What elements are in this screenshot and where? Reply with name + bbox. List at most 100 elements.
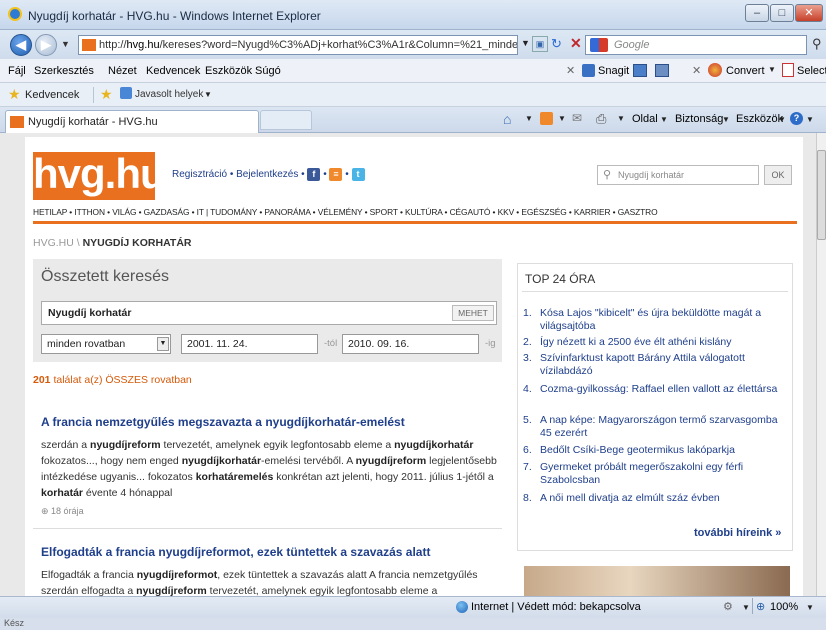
home-icon[interactable]: ⌂: [503, 111, 511, 127]
date-from-input[interactable]: 2001. 11. 24.: [181, 334, 318, 354]
menu-view[interactable]: Nézet: [108, 65, 137, 77]
search-submit-button[interactable]: MEHET: [452, 305, 494, 321]
login-link[interactable]: Bejelentkezés: [236, 169, 298, 180]
advanced-search-title: Összetett keresés: [41, 268, 170, 285]
page-menu[interactable]: Oldal: [632, 113, 658, 125]
tab-active[interactable]: Nyugdíj korhatár - HVG.hu: [5, 110, 259, 133]
menu-file[interactable]: Fájl: [8, 65, 26, 77]
rss-dropdown-icon[interactable]: ▼: [558, 114, 566, 123]
minimize-button[interactable]: –: [745, 4, 769, 22]
suggested-sites-icon: [120, 87, 132, 99]
tools-menu[interactable]: Eszközök: [736, 113, 783, 125]
menu-tools[interactable]: Eszközök: [205, 65, 252, 77]
forward-icon[interactable]: ▶: [35, 34, 57, 56]
snagit-icon: [582, 64, 595, 77]
breadcrumb-root[interactable]: HVG.HU \: [33, 237, 83, 249]
site-search-input[interactable]: ⚲ Nyugdíj korhatár: [597, 165, 759, 185]
help-dropdown-icon[interactable]: ▼: [806, 115, 814, 124]
top24-item[interactable]: Szívinfarktust kapott Bárány Attila válo…: [540, 352, 786, 378]
top24-rank: 6.: [523, 444, 532, 456]
register-link[interactable]: Regisztráció: [172, 169, 227, 180]
facebook-icon[interactable]: f: [307, 168, 321, 181]
globe-icon: [456, 601, 468, 613]
site-search-button[interactable]: OK: [764, 165, 792, 185]
new-tab-button[interactable]: [260, 110, 312, 130]
maximize-button[interactable]: □: [770, 4, 794, 22]
article-time-text: 18 órája: [51, 506, 84, 516]
refresh-icon[interactable]: ↻: [551, 36, 562, 52]
select-button[interactable]: Select: [797, 65, 826, 77]
page-dropdown-icon[interactable]: ▼: [660, 115, 668, 124]
status-bar: [0, 596, 826, 618]
top24-item[interactable]: A nap képe: Magyarországon termő szarvas…: [540, 414, 786, 440]
keyword-input[interactable]: Nyugdíj korhatár: [41, 301, 497, 325]
convert-button[interactable]: Convert: [726, 65, 765, 77]
search-icon[interactable]: ⚲: [812, 36, 822, 52]
back-icon[interactable]: ◀: [10, 34, 32, 56]
search-highlight: korhatár: [41, 487, 84, 499]
print-icon[interactable]: ⎙: [596, 111, 606, 127]
article-snippet: szerdán a nyugdíjreform tervezetét, amel…: [41, 437, 501, 501]
top24-title: TOP 24 ÓRA: [525, 272, 596, 286]
result-count-number: 201: [33, 374, 51, 386]
snippet-text: konkrétan azt jelenti, hogy 2011. július…: [273, 471, 494, 483]
main-navigation[interactable]: HETILAP • ITTHON • VILÁG • GAZDASÁG • IT…: [33, 207, 658, 217]
url-host: hvg.hu: [126, 39, 160, 51]
top24-item[interactable]: Bedőlt Csíki-Bege geotermikus lakóparkja: [540, 444, 786, 457]
zone-dropdown-icon[interactable]: ▼: [742, 603, 750, 612]
safety-menu[interactable]: Biztonság: [675, 113, 723, 125]
tools-dropdown-icon[interactable]: ▼: [778, 115, 786, 124]
snagit-capture-icon[interactable]: [633, 64, 647, 77]
top24-item[interactable]: Cozma-gyilkosság: Raffael ellen vallott …: [540, 383, 786, 396]
top24-item[interactable]: Kósa Lajos "kibicelt" és újra beküldötte…: [540, 307, 786, 333]
menu-favorites[interactable]: Kedvencek: [146, 65, 200, 77]
web-search-input[interactable]: Google: [585, 35, 807, 55]
suggested-dropdown-icon[interactable]: ▼: [204, 90, 212, 99]
snippet-text: fokozatos..., hogy nem enged: [41, 455, 182, 467]
compat-view-icon[interactable]: ▣: [532, 36, 548, 52]
protected-mode-icon[interactable]: ⚙: [723, 600, 733, 613]
help-icon[interactable]: ?: [790, 112, 803, 125]
print-dropdown-icon[interactable]: ▼: [617, 114, 625, 123]
zoom-dropdown-icon[interactable]: ▼: [806, 603, 814, 612]
chevron-down-icon[interactable]: ▼: [157, 337, 169, 351]
tab-favicon-icon: [10, 116, 24, 128]
scrollbar-thumb[interactable]: [817, 150, 826, 240]
top24-item[interactable]: Gyermeket próbált megerőszakolni egy fér…: [540, 461, 786, 487]
suggested-sites-link[interactable]: Javasolt helyek: [135, 89, 203, 100]
menu-help[interactable]: Súgó: [255, 65, 281, 77]
stop-icon[interactable]: ✕: [570, 35, 582, 52]
more-news-link[interactable]: további híreink »: [694, 527, 781, 539]
search-icon: ⚲: [603, 169, 612, 181]
article-snippet: Elfogadták a francia nyugdíjreformot, ez…: [41, 567, 501, 596]
date-to-suffix: -ig: [485, 338, 496, 349]
rss-icon[interactable]: ≡: [329, 168, 343, 181]
rss-feed-icon[interactable]: [540, 112, 553, 125]
article-title[interactable]: A francia nemzetgyűlés megszavazta a nyu…: [41, 415, 405, 429]
zoom-level[interactable]: 100%: [770, 601, 798, 613]
top24-item[interactable]: A női mell divatja az elmúlt száz évben: [540, 492, 786, 505]
menu-edit[interactable]: Szerkesztés: [34, 65, 94, 77]
date-to-input[interactable]: 2010. 09. 16.: [342, 334, 479, 354]
convert-icon: [708, 63, 722, 77]
top24-item[interactable]: Így nézett ki a 2500 éve élt athéni kisl…: [540, 336, 786, 349]
url-dropdown-icon[interactable]: ▼: [521, 38, 530, 48]
safety-dropdown-icon[interactable]: ▼: [722, 115, 730, 124]
close-button[interactable]: ✕: [795, 4, 823, 22]
article-title[interactable]: Elfogadták a francia nyugdíjreformot, ez…: [41, 545, 430, 559]
section-select[interactable]: minden rovatban: [41, 334, 171, 354]
favorites-button[interactable]: Kedvencek: [25, 89, 79, 101]
url-field[interactable]: http://hvg.hu/kereses?word=Nyugd%C3%ADj+…: [78, 35, 518, 55]
toolbar2-close-icon[interactable]: ✕: [692, 64, 701, 77]
add-favorite-icon[interactable]: ★: [100, 86, 113, 103]
snagit-button[interactable]: Snagit: [598, 65, 629, 77]
hvg-logo[interactable]: hvg.hu: [33, 152, 166, 200]
security-zone-text[interactable]: Internet | Védett mód: bekapcsolva: [471, 601, 641, 613]
toolbar-close-icon[interactable]: ✕: [566, 64, 575, 77]
twitter-icon[interactable]: t: [351, 168, 365, 181]
home-dropdown-icon[interactable]: ▼: [525, 114, 533, 123]
convert-dropdown-icon[interactable]: ▼: [768, 65, 776, 74]
history-dropdown-icon[interactable]: ▼: [61, 39, 70, 49]
mail-icon[interactable]: ✉: [572, 111, 582, 125]
snagit-editor-icon[interactable]: [655, 64, 669, 77]
